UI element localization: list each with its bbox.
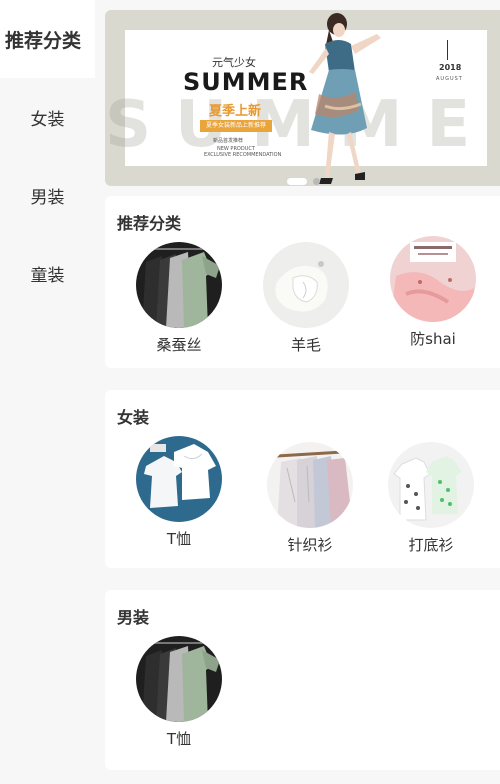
category-image xyxy=(136,242,222,328)
sidebar-item-men[interactable]: 男装 xyxy=(0,156,95,234)
category-label: 打底衫 xyxy=(408,536,454,554)
sidebar-item-label: 童装 xyxy=(30,265,65,286)
category-image xyxy=(388,442,474,528)
category-image xyxy=(136,636,222,722)
category-item[interactable]: 打底衫 xyxy=(388,442,474,555)
banner-line: EXCLUSIVE RECOMMENDATION xyxy=(204,152,282,158)
banner-divider xyxy=(447,40,448,60)
category-item[interactable]: 防shai xyxy=(390,236,476,349)
sidebar-item-recommended[interactable]: 推荐分类 xyxy=(0,0,95,78)
section-men: 男装 T恤 xyxy=(105,590,500,770)
category-item[interactable]: 针织衫 xyxy=(267,442,353,555)
category-sidebar: 推荐分类 女装 男装 童装 xyxy=(0,0,95,784)
section-title: 女装 xyxy=(117,408,150,427)
category-image xyxy=(263,242,349,328)
carousel-dot[interactable] xyxy=(313,178,320,185)
promo-banner[interactable]: SUMMER 元气少女 SUMMER 夏季上新 夏季女装新品上新推荐 新品首发推… xyxy=(105,10,500,186)
main-content: SUMMER 元气少女 SUMMER 夏季上新 夏季女装新品上新推荐 新品首发推… xyxy=(95,0,500,784)
banner-subtitle: 夏季上新 xyxy=(209,104,262,119)
banner-tag: 夏季女装新品上新推荐 xyxy=(200,120,273,132)
section-title: 推荐分类 xyxy=(117,214,182,233)
category-label: T恤 xyxy=(166,730,192,748)
category-label: 针织衫 xyxy=(287,536,333,554)
banner-line: 新品首发推荐 xyxy=(213,138,244,144)
section-title: 男装 xyxy=(117,608,150,627)
category-item[interactable]: 羊毛 xyxy=(263,242,349,355)
category-label: 羊毛 xyxy=(290,336,321,354)
category-item[interactable]: T恤 xyxy=(136,636,222,749)
sidebar-item-label: 男装 xyxy=(30,187,65,208)
section-women: 女装 T恤 针织衫 打底衫 xyxy=(105,390,500,568)
sidebar-item-women[interactable]: 女装 xyxy=(0,78,95,156)
category-image xyxy=(390,236,476,322)
section-recommended: 推荐分类 桑蚕丝 羊毛 防shai xyxy=(105,196,500,368)
sidebar-item-label: 女装 xyxy=(30,109,65,130)
carousel-indicator xyxy=(287,178,320,185)
carousel-dot[interactable] xyxy=(287,178,307,185)
category-image xyxy=(136,436,222,522)
category-label: T恤 xyxy=(166,530,192,548)
banner-year: 2018 xyxy=(439,63,462,72)
category-item[interactable]: T恤 xyxy=(136,436,222,549)
category-label: 桑蚕丝 xyxy=(156,336,202,354)
category-image xyxy=(267,442,353,528)
banner-month: AUGUST xyxy=(436,76,463,82)
banner-model-image xyxy=(309,13,381,184)
sidebar-item-kids[interactable]: 童装 xyxy=(0,234,95,312)
sidebar-item-label: 推荐分类 xyxy=(4,29,81,52)
category-label: 防shai xyxy=(410,330,456,348)
category-item[interactable]: 桑蚕丝 xyxy=(136,242,222,355)
